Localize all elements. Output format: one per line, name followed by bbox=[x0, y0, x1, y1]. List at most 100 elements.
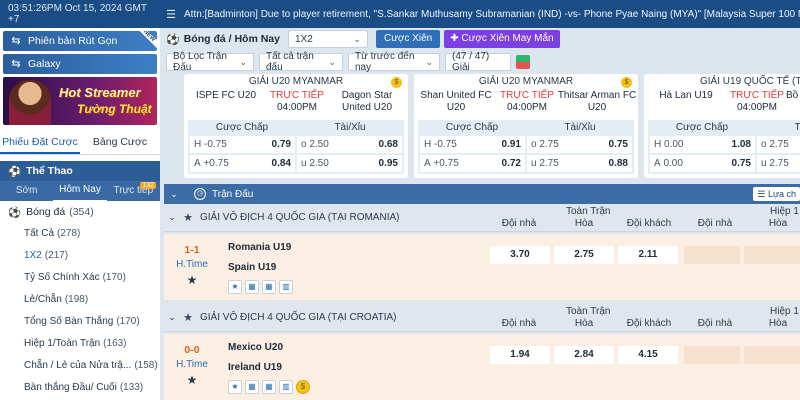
market-item[interactable]: Chẵn / Lẻ của Nửa trậ... (158) bbox=[0, 355, 160, 377]
league-row[interactable]: ⌄ ★ GIẢI VÔ ĐỊCH 4 QUỐC GIA (TẠI ROMANIA… bbox=[164, 204, 800, 232]
favorite-icon[interactable]: ★ bbox=[228, 380, 242, 394]
sport-item-soccer[interactable]: ⚽ Bóng đá (354) bbox=[0, 201, 160, 223]
odd-away[interactable]: 2.11 bbox=[618, 246, 678, 264]
star-icon[interactable]: ★ bbox=[180, 211, 196, 224]
featured-card[interactable]: GIẢI U20 MYANMAR $ Shan United FC U20 TR… bbox=[414, 74, 638, 178]
all-matches-value: Tất cả trận đấu bbox=[266, 51, 314, 73]
sports-header[interactable]: ⚽ Thể Thao bbox=[0, 161, 160, 181]
odd-draw[interactable]: 2.84 bbox=[554, 346, 614, 364]
odd-cell[interactable]: A +0.75 0.72 bbox=[420, 155, 525, 172]
collapse-icon[interactable]: ⌄ bbox=[164, 212, 180, 223]
favorite-icon[interactable]: ★ bbox=[228, 280, 242, 294]
chevron-down-icon: ⌄ bbox=[328, 56, 336, 67]
live-count-badge: 132 bbox=[140, 182, 156, 189]
featured-matches: GIẢI U20 MYANMAR $ ISPE FC U20 TRỰC TIẾP… bbox=[184, 74, 800, 178]
odd-cell[interactable]: A 0.00 0.75 bbox=[650, 155, 755, 172]
odd-side: u bbox=[761, 158, 767, 169]
market-count: (198) bbox=[64, 294, 89, 305]
list-icon: ☰ bbox=[757, 189, 768, 199]
first-half-odds bbox=[684, 346, 800, 364]
odd-cell[interactable]: u 2.50 0.95 bbox=[297, 155, 402, 172]
market-label: Lẻ/Chẵn bbox=[24, 294, 62, 305]
market-item[interactable]: Tất Cả (278) bbox=[0, 223, 160, 245]
star-icon[interactable]: ★ bbox=[164, 273, 220, 287]
coin-icon[interactable]: $ bbox=[296, 380, 310, 394]
market-item[interactable]: Tổng Số Bàn Thắng (170) bbox=[0, 311, 160, 333]
time-filter-select[interactable]: Từ trước đến nay ⌄ bbox=[348, 51, 440, 73]
odd-value: 0.72 bbox=[501, 158, 521, 169]
market-item[interactable]: 1X2 (217) bbox=[0, 245, 160, 267]
odd-value: 0.79 bbox=[271, 139, 291, 150]
odd-cell[interactable]: H 0.00 1.08 bbox=[650, 136, 755, 153]
league-count-select[interactable]: (47 / 47) Giải bbox=[445, 51, 511, 73]
sort-icon[interactable] bbox=[516, 55, 530, 69]
market-label: Tất Cả bbox=[24, 228, 55, 239]
tab-early[interactable]: Sớm bbox=[0, 181, 53, 201]
odd-cell[interactable]: H -0.75 0.91 bbox=[420, 136, 525, 153]
field-icon[interactable]: ▦ bbox=[245, 280, 259, 294]
odd-away[interactable]: 4.15 bbox=[618, 346, 678, 364]
odd-line: -0.75 bbox=[434, 139, 457, 150]
card-away-team: Thitsar Arman FC U20 bbox=[557, 90, 637, 113]
league-row[interactable]: ⌄ ★ GIẢI VÔ ĐỊCH 4 QUỐC GIA (TẠI CROATIA… bbox=[164, 304, 800, 332]
soccer-ball-icon: ⚽ bbox=[8, 165, 22, 178]
odd-cell[interactable]: o 2.75 bbox=[757, 136, 800, 153]
col-draw: Hòa bbox=[574, 318, 594, 329]
live-label: TRỰC TIẾP bbox=[270, 90, 324, 101]
lucky-parlay-icon: ✚ bbox=[450, 33, 462, 44]
market-item[interactable]: Tỷ Số Chính Xác (170) bbox=[0, 267, 160, 289]
odd-line: 2.75 bbox=[539, 139, 559, 150]
col-away: Đội khách bbox=[626, 318, 672, 329]
stats-icon[interactable]: ▥ bbox=[279, 280, 293, 294]
odd-cell[interactable]: A +0.75 0.84 bbox=[190, 155, 295, 172]
odd-cell[interactable]: u 2.75 bbox=[757, 155, 800, 172]
first-half-odds bbox=[684, 246, 800, 264]
lucky-parlay-button[interactable]: ✚ Cược Xiên May Mắn bbox=[444, 30, 560, 48]
home-team: Mexico U20 bbox=[228, 342, 284, 353]
announcement-ticker[interactable]: Attn:[Badminton] Due to player retiremen… bbox=[184, 9, 800, 20]
odd-empty bbox=[744, 246, 800, 264]
odd-home[interactable]: 3.70 bbox=[490, 246, 550, 264]
odd-cell[interactable]: u 2.75 0.88 bbox=[527, 155, 632, 172]
collapse-icon[interactable]: ⌄ bbox=[164, 312, 180, 323]
parlay-button[interactable]: Cược Xiên bbox=[375, 30, 441, 48]
odd-side: o bbox=[761, 139, 767, 150]
odd-cell[interactable]: H -0.75 0.79 bbox=[190, 136, 295, 153]
featured-card[interactable]: GIẢI U19 QUỐC TẾ (T Hà Lan U19 TRỰC TIẾP… bbox=[644, 74, 800, 178]
compact-version-button[interactable]: ⇆ Phiên bản Rút Gọn NEW bbox=[3, 31, 157, 51]
tab-today[interactable]: Hôm Nay bbox=[53, 180, 107, 202]
odd-cell[interactable]: o 2.50 0.68 bbox=[297, 136, 402, 153]
odd-cell[interactable]: o 2.75 0.75 bbox=[527, 136, 632, 153]
market-count: (158) bbox=[134, 360, 158, 371]
odd-home[interactable]: 1.94 bbox=[490, 346, 550, 364]
stats-icon[interactable]: ▥ bbox=[279, 380, 293, 394]
field-icon[interactable]: ▦ bbox=[262, 380, 276, 394]
col-home-half: Đội nhà bbox=[697, 218, 733, 229]
market-item[interactable]: Bàn thắng Đầu/ Cuối (133) bbox=[0, 377, 160, 399]
all-matches-select[interactable]: Tất cả trận đấu ⌄ bbox=[259, 51, 343, 73]
featured-card[interactable]: GIẢI U20 MYANMAR $ ISPE FC U20 TRỰC TIẾP… bbox=[184, 74, 408, 178]
match-tools: ★ ▦ ▦ ▥ $ bbox=[228, 380, 310, 394]
tab-bet-slip[interactable]: Phiếu Đặt Cược bbox=[0, 131, 80, 154]
match-state: 1-1 H.Time ★ bbox=[164, 234, 220, 300]
collapse-icon[interactable]: ⌄ bbox=[164, 189, 184, 200]
market-item[interactable]: Hiệp 1/Toàn Trận (163) bbox=[0, 333, 160, 355]
field-icon[interactable]: ▦ bbox=[262, 280, 276, 294]
market-select[interactable]: 1X2 ⌄ bbox=[287, 30, 368, 48]
handicap-header: Cược Chấp bbox=[675, 122, 729, 133]
market-item[interactable]: Lẻ/Chẵn (198) bbox=[0, 289, 160, 311]
odd-draw[interactable]: 2.75 bbox=[554, 246, 614, 264]
star-icon[interactable]: ★ bbox=[164, 373, 220, 387]
hot-streamer-banner[interactable]: Hot Streamer Tường Thuật bbox=[3, 77, 157, 125]
market-count: (278) bbox=[57, 228, 81, 239]
field-icon[interactable]: ▦ bbox=[245, 380, 259, 394]
match-filter-select[interactable]: Bộ Lọc Trận Đấu ⌄ bbox=[166, 51, 254, 73]
card-odds: Cược Chấp Tài/Xỉu H -0.75 0.79 o 2.50 0.68 … bbox=[188, 120, 404, 174]
col-draw-half: Hòa bbox=[768, 218, 788, 229]
star-icon[interactable]: ★ bbox=[180, 311, 196, 324]
galaxy-button[interactable]: ⇆ Galaxy bbox=[3, 54, 157, 74]
col-home: Đội nhà bbox=[501, 218, 537, 229]
tab-bet-list[interactable]: Bảng Cược bbox=[80, 131, 160, 154]
filter-bar: Bộ Lọc Trận Đấu ⌄ Tất cả trận đấu ⌄ Từ t… bbox=[160, 51, 800, 73]
choose-league-button[interactable]: ☰ Lựa ch bbox=[753, 187, 800, 201]
